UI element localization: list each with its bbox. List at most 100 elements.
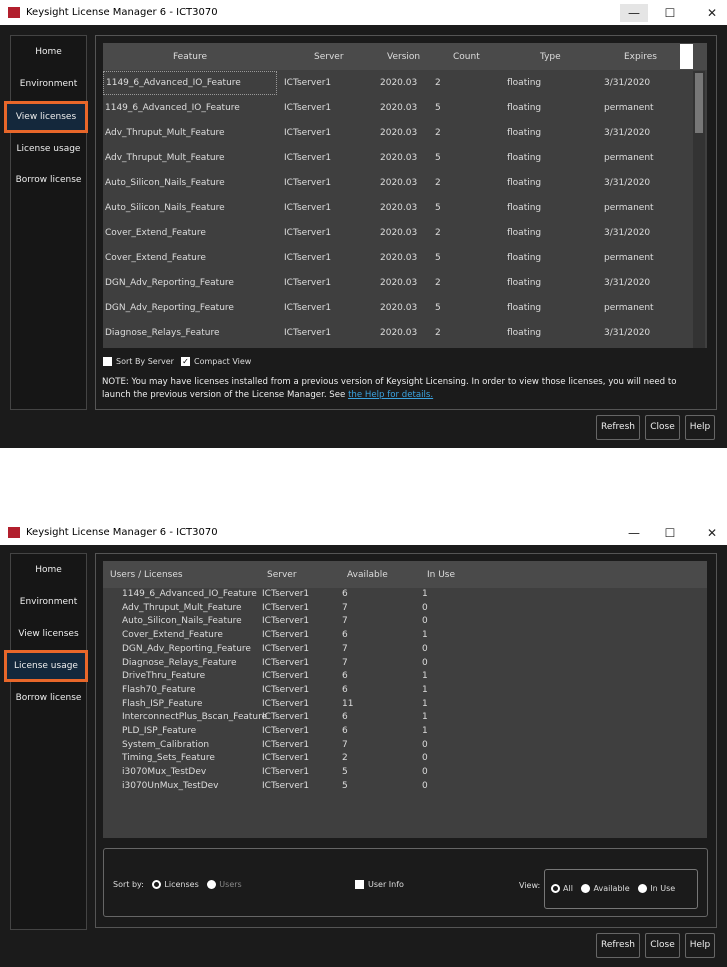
table-row[interactable]: 1149_6_Advanced_IO_Feature ICTserver1 6 1 bbox=[103, 589, 707, 602]
cell-version: 2020.03 bbox=[380, 203, 418, 213]
compact-view-checkbox[interactable]: ✓ Compact View bbox=[181, 357, 251, 366]
view-in-use-radio[interactable] bbox=[638, 884, 648, 893]
table-row[interactable]: Diagnose_Relays_Feature ICTserver1 7 0 bbox=[103, 658, 707, 671]
table-row[interactable]: Auto_Silicon_Nails_Feature ICTserver1 7 0 bbox=[103, 616, 707, 629]
table-row[interactable]: Timing_Sets_Feature ICTserver1 2 0 bbox=[103, 753, 707, 766]
table-row[interactable]: DGN_Adv_Reporting_Feature ICTserver1 2020.… bbox=[103, 296, 707, 321]
cell-version: 2020.03 bbox=[380, 228, 418, 238]
window-view-licenses: Keysight License Manager 6 - ICT3070 — ☐… bbox=[0, 0, 727, 448]
nav-home[interactable]: Home bbox=[11, 557, 86, 583]
table-row[interactable]: Auto_Silicon_Nails_Feature ICTserver1 2020… bbox=[103, 196, 707, 221]
cell-count: 5 bbox=[435, 303, 441, 313]
table-row[interactable]: i3070Mux_TestDev ICTserver1 5 0 bbox=[103, 767, 707, 780]
cell-3: 0 bbox=[422, 643, 428, 654]
close-button[interactable]: Close bbox=[645, 933, 680, 958]
sort-users-radio[interactable] bbox=[207, 880, 217, 889]
table-row[interactable]: System_Calibration ICTserver1 7 0 bbox=[103, 740, 707, 753]
cell-server: ICTserver1 bbox=[284, 103, 332, 113]
table-row[interactable]: Adv_Thruput_Mult_Feature ICTserver1 2020.0… bbox=[103, 121, 707, 146]
col-version[interactable]: Version bbox=[387, 52, 420, 62]
help-button[interactable]: Help bbox=[685, 415, 715, 440]
view-available-radio[interactable] bbox=[581, 884, 591, 893]
nav-home[interactable]: Home bbox=[11, 39, 86, 65]
cell-type: floating bbox=[507, 78, 542, 88]
table-row[interactable]: Flash_ISP_Feature ICTserver1 11 1 bbox=[103, 699, 707, 712]
cell-1: ICTserver1 bbox=[262, 753, 310, 764]
cell-3: 0 bbox=[422, 739, 428, 750]
table-row[interactable]: PLD_ISP_Feature ICTserver1 6 1 bbox=[103, 726, 707, 739]
sort-licenses-label: Licenses bbox=[164, 880, 199, 889]
cell-expires: 3/31/2020 bbox=[604, 78, 651, 88]
nav-view-licenses[interactable]: View licenses bbox=[11, 621, 86, 647]
col-in-use[interactable]: In Use bbox=[427, 570, 455, 580]
cell-2: 6 bbox=[342, 684, 348, 695]
table-row[interactable]: Adv_Thruput_Mult_Feature ICTserver1 2020.0… bbox=[103, 146, 707, 171]
table-row[interactable]: DGN_Adv_Reporting_Feature ICTserver1 2020.… bbox=[103, 271, 707, 296]
cell-count: 5 bbox=[435, 253, 441, 263]
table-row[interactable]: 1149_6_Advanced_IO_Feature ICTserver1 2020… bbox=[103, 71, 707, 96]
cell-1: ICTserver1 bbox=[262, 767, 310, 778]
col-server[interactable]: Server bbox=[267, 570, 297, 580]
table-row[interactable]: Cover_Extend_Feature ICTserver1 6 1 bbox=[103, 630, 707, 643]
cell-count: 2 bbox=[435, 178, 441, 188]
cell-2: 11 bbox=[342, 698, 354, 709]
table-row[interactable]: Adv_Thruput_Mult_Feature ICTserver1 7 0 bbox=[103, 603, 707, 616]
table-row[interactable]: Cover_Extend_Feature ICTserver1 2020.03 2 fl… bbox=[103, 221, 707, 246]
sort-by-label: Sort by: bbox=[113, 880, 144, 889]
col-users-licenses[interactable]: Users / Licenses bbox=[110, 570, 183, 580]
cell-3: 1 bbox=[422, 698, 428, 709]
cell-expires: 3/31/2020 bbox=[604, 178, 651, 188]
cell-1: ICTserver1 bbox=[262, 684, 310, 695]
cell-version: 2020.03 bbox=[380, 303, 418, 313]
view-available-label: Available bbox=[593, 884, 630, 893]
cell-3: 0 bbox=[422, 602, 428, 613]
refresh-button[interactable]: Refresh bbox=[596, 415, 640, 440]
col-server[interactable]: Server bbox=[314, 52, 344, 62]
help-button[interactable]: Help bbox=[685, 933, 715, 958]
sort-by-server-checkbox[interactable]: Sort By Server bbox=[103, 357, 174, 366]
cell-3: 1 bbox=[422, 671, 428, 682]
cell-1: ICTserver1 bbox=[262, 589, 310, 599]
cell-expires: permanent bbox=[604, 153, 654, 163]
table-row[interactable]: Cover_Extend_Feature ICTserver1 2020.03 5 fl… bbox=[103, 246, 707, 271]
minimize-button[interactable]: — bbox=[620, 4, 648, 22]
cell-0: DGN_Adv_Reporting_Feature bbox=[122, 643, 251, 654]
nav-environment[interactable]: Environment bbox=[11, 589, 86, 615]
cell-type: floating bbox=[507, 228, 542, 238]
cell-count: 5 bbox=[435, 103, 441, 113]
cell-version: 2020.03 bbox=[380, 328, 418, 338]
maximize-button[interactable]: ☐ bbox=[656, 524, 684, 542]
col-expires[interactable]: Expires bbox=[624, 52, 657, 62]
table-row[interactable]: DGN_Adv_Reporting_Feature ICTserver1 7 0 bbox=[103, 644, 707, 657]
table-row[interactable]: Diagnose_Relays_Feature ICTserver1 2020.03… bbox=[103, 321, 707, 346]
col-feature[interactable]: Feature bbox=[173, 52, 207, 62]
table-row[interactable]: Auto_Silicon_Nails_Feature ICTserver1 2020… bbox=[103, 171, 707, 196]
nav-borrow-license[interactable]: Borrow license bbox=[11, 167, 86, 193]
close-button[interactable]: Close bbox=[645, 415, 680, 440]
close-window-button[interactable]: ✕ bbox=[698, 4, 726, 22]
table-row[interactable]: Flash70_Feature ICTserver1 6 1 bbox=[103, 685, 707, 698]
cell-server: ICTserver1 bbox=[284, 253, 332, 263]
nav-license-usage[interactable]: License usage bbox=[11, 136, 86, 162]
nav-environment[interactable]: Environment bbox=[11, 71, 86, 97]
sort-licenses-radio[interactable] bbox=[152, 880, 162, 889]
table-row[interactable]: DriveThru_Feature ICTserver1 6 1 bbox=[103, 671, 707, 684]
cell-version: 2020.03 bbox=[380, 103, 418, 113]
user-info-checkbox[interactable]: User Info bbox=[355, 880, 404, 889]
col-type[interactable]: Type bbox=[540, 52, 561, 62]
refresh-button[interactable]: Refresh bbox=[596, 933, 640, 958]
nav-view-licenses[interactable]: View licenses bbox=[4, 101, 88, 133]
help-link[interactable]: the Help for details. bbox=[348, 390, 433, 400]
table-row[interactable]: InterconnectPlus_Bscan_Feature ICTserver1… bbox=[103, 712, 707, 725]
maximize-button[interactable]: ☐ bbox=[656, 4, 684, 22]
close-window-button[interactable]: ✕ bbox=[698, 524, 726, 542]
table-row[interactable]: 1149_6_Advanced_IO_Feature ICTserver1 2020… bbox=[103, 96, 707, 121]
nav-license-usage[interactable]: License usage bbox=[4, 650, 88, 682]
nav-borrow-license[interactable]: Borrow license bbox=[11, 685, 86, 711]
col-available[interactable]: Available bbox=[347, 570, 388, 580]
table-row[interactable]: i3070UnMux_TestDev ICTserver1 5 0 bbox=[103, 781, 707, 794]
minimize-button[interactable]: — bbox=[620, 524, 648, 542]
view-all-radio[interactable] bbox=[551, 884, 560, 893]
col-count[interactable]: Count bbox=[453, 52, 480, 62]
cell-count: 2 bbox=[435, 278, 441, 288]
